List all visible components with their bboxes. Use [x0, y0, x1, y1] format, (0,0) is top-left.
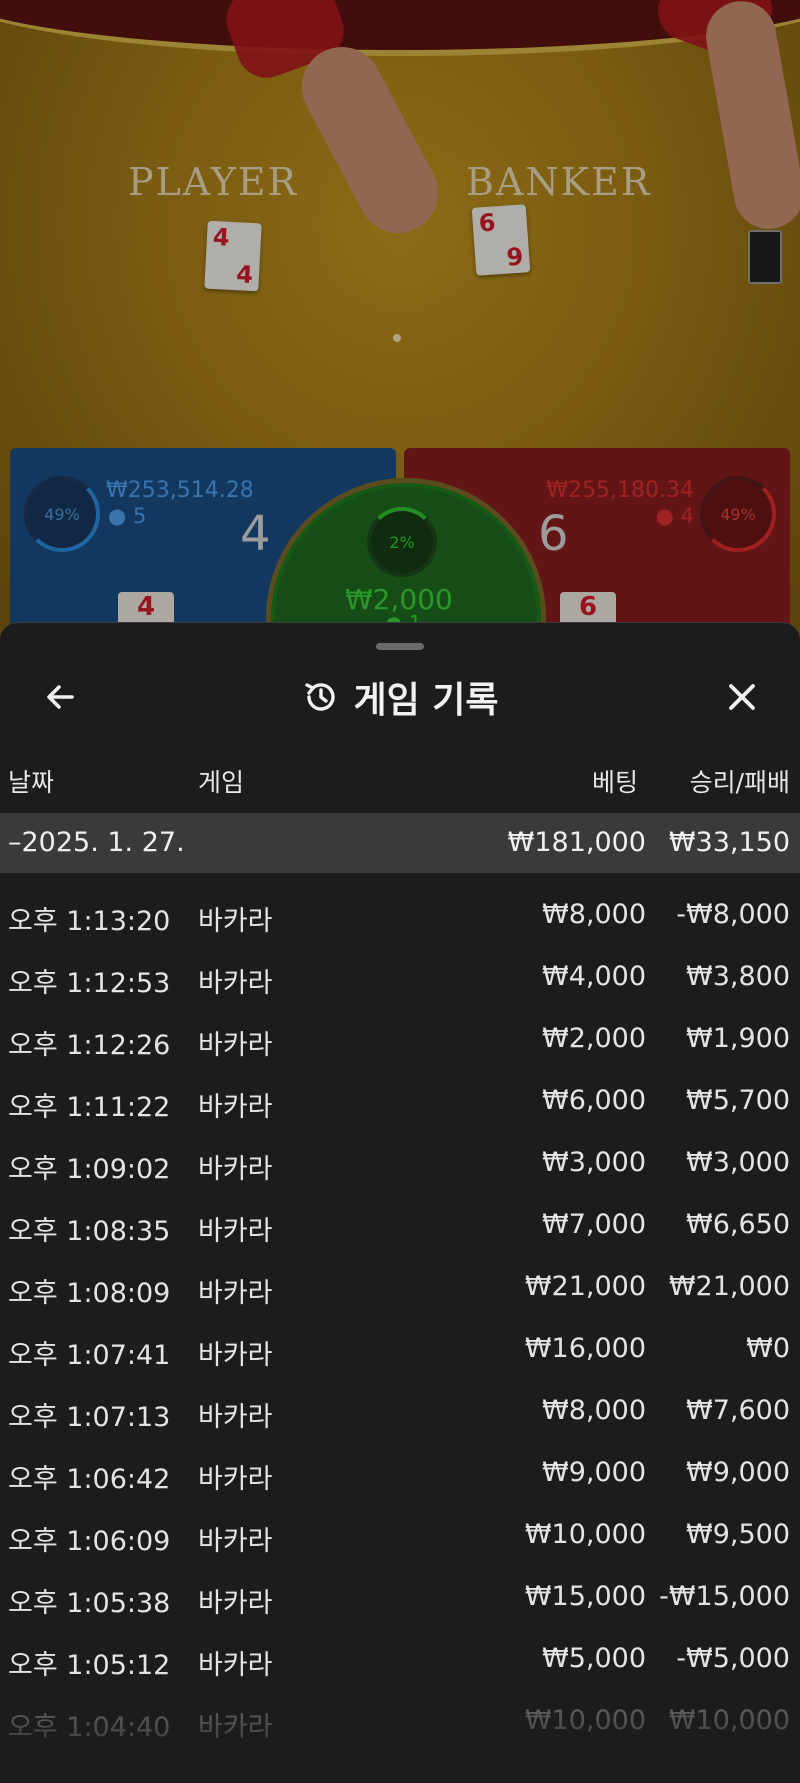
row-time: 오후 1:11:22	[8, 1092, 171, 1123]
summary-bet-total: ₩181,000	[507, 827, 646, 858]
table-row[interactable]: 오후 1:06:42 바카라 ₩9,000 ₩9,000	[0, 1443, 800, 1505]
modal-backdrop[interactable]	[0, 0, 800, 660]
row-win-loss: ₩5,700	[686, 1085, 790, 1116]
sheet-header: 게임 기록	[0, 671, 800, 723]
row-bet: ₩15,000	[524, 1581, 646, 1612]
table-row[interactable]: 오후 1:07:13 바카라 ₩8,000 ₩7,600	[0, 1381, 800, 1443]
row-win-loss: -₩8,000	[676, 899, 790, 930]
table-row[interactable]: 오후 1:06:09 바카라 ₩10,000 ₩9,500	[0, 1505, 800, 1567]
row-bet: ₩8,000	[542, 899, 646, 930]
list-fade	[0, 1703, 800, 1783]
column-header-date: 날짜	[8, 768, 55, 797]
row-bet: ₩9,000	[542, 1457, 646, 1488]
row-bet: ₩16,000	[524, 1333, 646, 1364]
row-game: 바카라	[198, 1154, 273, 1185]
row-time: 오후 1:06:42	[8, 1464, 171, 1495]
close-button[interactable]	[712, 667, 772, 727]
row-bet: ₩7,000	[542, 1209, 646, 1240]
row-time: 오후 1:07:41	[8, 1340, 171, 1371]
row-time: 오후 1:05:38	[8, 1588, 171, 1619]
table-row[interactable]: 오후 1:08:09 바카라 ₩21,000 ₩21,000	[0, 1257, 800, 1319]
row-bet: ₩10,000	[524, 1519, 646, 1550]
row-game: 바카라	[198, 1650, 273, 1681]
game-history-sheet: 게임 기록 날짜 게임 베팅 승리/패배 –2025. 1. 27. ₩181,…	[0, 622, 800, 1783]
row-win-loss: ₩9,500	[686, 1519, 790, 1550]
summary-date: –2025. 1. 27.	[8, 827, 185, 858]
history-icon	[305, 683, 336, 711]
column-header-game: 게임	[198, 768, 245, 797]
row-win-loss: ₩1,900	[686, 1023, 790, 1054]
row-bet: ₩3,000	[542, 1147, 646, 1178]
table-row[interactable]: 오후 1:12:26 바카라 ₩2,000 ₩1,900	[0, 1009, 800, 1071]
row-bet: ₩2,000	[542, 1023, 646, 1054]
row-game: 바카라	[198, 1526, 273, 1557]
row-win-loss: ₩6,650	[686, 1209, 790, 1240]
row-game: 바카라	[198, 1588, 273, 1619]
row-win-loss: -₩15,000	[659, 1581, 790, 1612]
table-row[interactable]: 오후 1:05:12 바카라 ₩5,000 -₩5,000	[0, 1629, 800, 1691]
table-row[interactable]: 오후 1:05:38 바카라 ₩15,000 -₩15,000	[0, 1567, 800, 1629]
row-game: 바카라	[198, 1216, 273, 1247]
row-win-loss: ₩0	[746, 1333, 790, 1364]
row-bet: ₩4,000	[542, 961, 646, 992]
table-row[interactable]: 오후 1:07:41 바카라 ₩16,000 ₩0	[0, 1319, 800, 1381]
row-time: 오후 1:08:09	[8, 1278, 171, 1309]
row-win-loss: ₩3,800	[686, 961, 790, 992]
date-group-summary[interactable]: –2025. 1. 27. ₩181,000 ₩33,150	[0, 813, 800, 873]
row-win-loss: -₩5,000	[676, 1643, 790, 1674]
row-bet: ₩5,000	[542, 1643, 646, 1674]
row-win-loss: ₩7,600	[686, 1395, 790, 1426]
row-win-loss: ₩3,000	[686, 1147, 790, 1178]
row-time: 오후 1:09:02	[8, 1154, 171, 1185]
row-game: 바카라	[198, 1030, 273, 1061]
row-time: 오후 1:07:13	[8, 1402, 171, 1433]
row-game: 바카라	[198, 1278, 273, 1309]
table-row[interactable]: 오후 1:08:35 바카라 ₩7,000 ₩6,650	[0, 1195, 800, 1257]
row-game: 바카라	[198, 1340, 273, 1371]
row-win-loss: ₩21,000	[668, 1271, 790, 1302]
column-header-win-loss: 승리/패배	[689, 768, 790, 797]
table-row[interactable]: 오후 1:12:53 바카라 ₩4,000 ₩3,800	[0, 947, 800, 1009]
row-game: 바카라	[198, 906, 273, 937]
summary-win-loss-total: ₩33,150	[668, 827, 790, 858]
close-icon	[729, 684, 755, 710]
row-time: 오후 1:12:53	[8, 968, 171, 999]
row-game: 바카라	[198, 1464, 273, 1495]
table-row[interactable]: 오후 1:09:02 바카라 ₩3,000 ₩3,000	[0, 1133, 800, 1195]
row-game: 바카라	[198, 1402, 273, 1433]
table-row[interactable]: 오후 1:13:20 바카라 ₩8,000 -₩8,000	[0, 885, 800, 947]
row-time: 오후 1:13:20	[8, 906, 171, 937]
row-bet: ₩6,000	[542, 1085, 646, 1116]
row-win-loss: ₩9,000	[686, 1457, 790, 1488]
table-row[interactable]: 오후 1:11:22 바카라 ₩6,000 ₩5,700	[0, 1071, 800, 1133]
row-game: 바카라	[198, 1092, 273, 1123]
row-bet: ₩8,000	[542, 1395, 646, 1426]
page-title: 게임 기록	[353, 680, 499, 721]
row-bet: ₩21,000	[524, 1271, 646, 1302]
row-time: 오후 1:05:12	[8, 1650, 171, 1681]
history-list: 오후 1:13:20 바카라 ₩8,000 -₩8,000 오후 1:12:53 바카라 ₩…	[0, 885, 800, 1753]
row-time: 오후 1:06:09	[8, 1526, 171, 1557]
row-game: 바카라	[198, 968, 273, 999]
row-time: 오후 1:08:35	[8, 1216, 171, 1247]
drag-handle[interactable]	[376, 643, 424, 650]
row-time: 오후 1:12:26	[8, 1030, 171, 1061]
column-header-bet: 베팅	[591, 768, 638, 797]
